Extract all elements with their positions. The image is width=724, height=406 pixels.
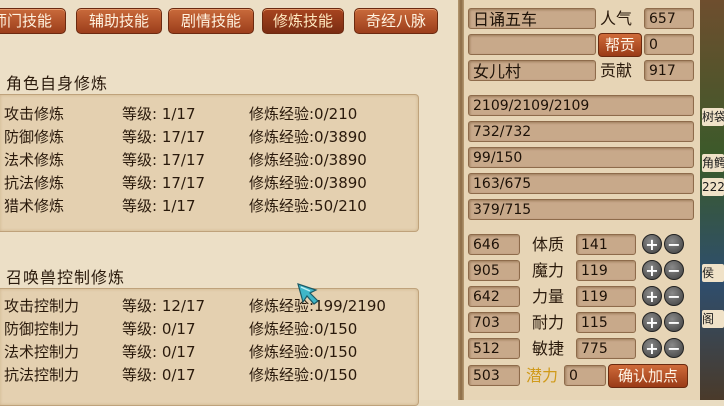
- energy-bar: 379/715: [468, 199, 694, 220]
- cultivation-name: 防御控制力: [4, 320, 80, 338]
- cultivation-name: 攻击控制力: [4, 297, 80, 315]
- hp-bar: 2109/2109/2109: [468, 95, 694, 116]
- cultivation-exp: 修炼经验:0/3890: [249, 174, 367, 192]
- anger-bar: 99/150: [468, 147, 694, 168]
- popularity-label: 人气: [600, 9, 633, 28]
- confirm-points-button[interactable]: 确认加点: [608, 364, 688, 388]
- scene-text: 侯: [702, 264, 724, 282]
- mp-bar: 732/732: [468, 121, 694, 142]
- cultivation-exp: 修炼经验:0/3890: [249, 128, 367, 146]
- attr-derived-value: 512: [468, 338, 520, 359]
- cultivation-level: 等级: 0/17: [122, 320, 196, 338]
- cultivation-exp: 修炼经验:50/210: [249, 197, 367, 215]
- pet-cultivation-title: 召唤兽控制修炼: [6, 268, 126, 287]
- scene-text: 222: [702, 178, 724, 196]
- plus-icon[interactable]: +: [642, 260, 662, 280]
- attr-label: 魔力: [532, 261, 565, 280]
- cultivation-level: 等级: 0/17: [122, 366, 196, 384]
- attr-label: 耐力: [532, 313, 565, 332]
- scene-text: 角鳄: [702, 154, 724, 172]
- gang-contribution-button[interactable]: 帮贡: [598, 33, 642, 57]
- cultivation-level: 等级: 17/17: [122, 128, 206, 146]
- potential-label: 潜力: [526, 366, 559, 385]
- cultivation-name: 防御修炼: [4, 128, 65, 146]
- cultivation-level: 等级: 17/17: [122, 174, 206, 192]
- attr-value: 119: [576, 286, 636, 307]
- cultivation-name: 法术控制力: [4, 343, 80, 361]
- cultivation-level: 等级: 0/17: [122, 343, 196, 361]
- cultivation-level: 等级: 1/17: [122, 105, 196, 123]
- cultivation-exp: 修炼经验:0/150: [249, 320, 358, 338]
- contribution-value: 917: [644, 60, 694, 81]
- tab-story-skills[interactable]: 剧情技能: [168, 8, 254, 34]
- cultivation-level: 等级: 1/17: [122, 197, 196, 215]
- attr-label: 力量: [532, 287, 565, 306]
- cultivation-panel: 师门技能 辅助技能 剧情技能 修炼技能 奇经八脉 角色自身修炼 攻击修炼 等级:…: [0, 0, 462, 406]
- tab-meridians[interactable]: 奇经八脉: [354, 8, 438, 34]
- plus-icon[interactable]: +: [642, 338, 662, 358]
- contribution-label: 贡献: [600, 61, 633, 80]
- cultivation-level: 等级: 12/17: [122, 297, 206, 315]
- minus-icon[interactable]: −: [664, 260, 684, 280]
- attr-derived-value: 646: [468, 234, 520, 255]
- gang-contribution-value: 0: [644, 34, 694, 55]
- self-cultivation-title: 角色自身修炼: [6, 74, 109, 93]
- pet-cultivation-list: 攻击控制力 等级: 12/17 修炼经验:199/2190 防御控制力 等级: …: [0, 288, 419, 406]
- tab-cultivation-skills[interactable]: 修炼技能: [262, 8, 344, 34]
- cultivation-name: 抗法修炼: [4, 174, 65, 192]
- minus-icon[interactable]: −: [664, 312, 684, 332]
- attr-label: 体质: [532, 235, 565, 254]
- minus-icon[interactable]: −: [664, 234, 684, 254]
- vitality-bar: 163/675: [468, 173, 694, 194]
- self-cultivation-list: 攻击修炼 等级: 1/17 修炼经验:0/210 防御修炼 等级: 17/17 …: [0, 94, 419, 232]
- cultivation-name: 抗法控制力: [4, 366, 80, 384]
- scene-text: 树袋: [702, 108, 724, 126]
- potential-value: 0: [564, 365, 606, 386]
- minus-icon[interactable]: −: [664, 286, 684, 306]
- cultivation-exp: 修炼经验:0/210: [249, 105, 358, 123]
- attr-value: 115: [576, 312, 636, 333]
- attr-derived-value: 642: [468, 286, 520, 307]
- attr-value: 775: [576, 338, 636, 359]
- attr-derived-value: 703: [468, 312, 520, 333]
- sect-field: 女儿村: [468, 60, 596, 81]
- cultivation-name: 法术修炼: [4, 151, 65, 169]
- cultivation-exp: 修炼经验:0/3890: [249, 151, 367, 169]
- attr-value: 119: [576, 260, 636, 281]
- tab-assist-skills[interactable]: 辅助技能: [76, 8, 162, 34]
- popularity-value: 657: [644, 8, 694, 29]
- tab-sect-skills[interactable]: 师门技能: [0, 8, 66, 34]
- cultivation-name: 攻击修炼: [4, 105, 65, 123]
- attr-value: 141: [576, 234, 636, 255]
- cultivation-name: 猎术修炼: [4, 197, 65, 215]
- cultivation-level: 等级: 17/17: [122, 151, 206, 169]
- cultivation-exp: 修炼经验:0/150: [249, 366, 358, 384]
- scene-text: 阁: [702, 310, 724, 328]
- attr-derived-value: 905: [468, 260, 520, 281]
- cultivation-exp: 修炼经验:0/150: [249, 343, 358, 361]
- plus-icon[interactable]: +: [642, 286, 662, 306]
- potential-derived-value: 503: [468, 365, 520, 386]
- plus-icon[interactable]: +: [642, 312, 662, 332]
- plus-icon[interactable]: +: [642, 234, 662, 254]
- gang-name-field: [468, 34, 596, 55]
- minus-icon[interactable]: −: [664, 338, 684, 358]
- background-scene: 树袋 角鳄 222 侯 阁: [700, 0, 724, 400]
- cursor-icon: [297, 283, 319, 305]
- character-info-panel: 日诵五车 人气 657 帮贡 0 女儿村 贡献 917 2109/2109/21…: [464, 0, 700, 400]
- attr-label: 敏捷: [532, 339, 565, 358]
- title-field: 日诵五车: [468, 8, 596, 29]
